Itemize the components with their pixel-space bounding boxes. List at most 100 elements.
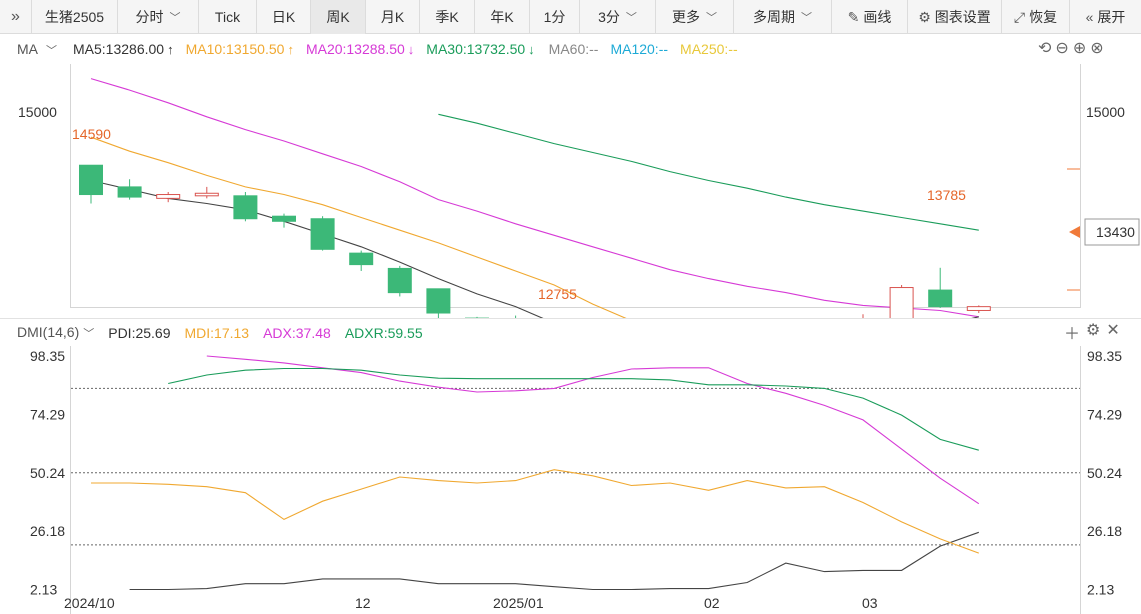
candle <box>117 179 142 200</box>
tab-year-k-label: 年K <box>490 9 514 25</box>
current-price-marker <box>1069 226 1080 238</box>
double-chevron-icon: » <box>11 8 20 25</box>
ma120-value: MA120:-- <box>610 41 669 57</box>
dmi-y-tick-right: 50.24 <box>1087 465 1122 481</box>
expand-button[interactable]: «展开 <box>1070 0 1141 34</box>
tab-1min[interactable]: 1分 <box>530 0 580 34</box>
tab-week-k-label: 周K <box>326 9 350 25</box>
candle <box>889 284 914 318</box>
tab-year-k[interactable]: 年K <box>475 0 530 34</box>
tab-month-k[interactable]: 月K <box>366 0 420 34</box>
candle <box>194 186 219 199</box>
multi-period-label: 多周期 <box>753 9 795 25</box>
dmi-y-tick-right: 98.35 <box>1087 348 1122 364</box>
gear-icon[interactable]: ⚙ <box>1086 320 1100 344</box>
dmi-chart[interactable]: 98.35 98.35 74.29 74.29 50.24 50.24 26.18 26.18… <box>0 346 1141 614</box>
adx-value: ADX:37.48 <box>263 324 331 341</box>
dmi-y-tick-left: 2.13 <box>30 582 57 598</box>
tab-season-k[interactable]: 季K <box>420 0 475 34</box>
candle <box>387 265 412 297</box>
chevron-down-icon: ﹀ <box>625 12 637 24</box>
tab-tick-label: Tick <box>214 9 241 25</box>
tab-day-k[interactable]: 日K <box>257 0 311 34</box>
candle <box>310 216 335 251</box>
candle <box>426 288 451 318</box>
gear-icon: ⚙ <box>918 8 931 25</box>
more-label: 更多 <box>672 9 700 25</box>
candle-body <box>117 186 142 198</box>
candlestick-chart[interactable]: 15000 15000 14590 12755 13785 13430 <box>0 64 1141 318</box>
dmi-y-tick-left: 50.24 <box>30 465 65 481</box>
main-chart-tools: ⟲ ⊖ ⊕ ⊗ <box>1038 38 1104 58</box>
time-axis-tick: 03 <box>862 595 878 611</box>
ma10-line <box>90 136 627 318</box>
arrow-up-icon: ↑ <box>167 42 174 57</box>
ma-legend: MA ﹀ MA5:13286.00 ↑ MA10:13150.50 ↑ MA20:13… <box>0 34 1141 64</box>
candle <box>233 191 258 222</box>
dmi-y-tick-right: 74.29 <box>1087 406 1122 422</box>
more-periods-button[interactable]: 更多 ﹀ <box>656 0 734 34</box>
dmi-y-tick-left: 26.18 <box>30 523 65 539</box>
draw-line-button[interactable]: ✎ 画线 <box>832 0 908 34</box>
zoom-in-icon[interactable]: ⊕ <box>1073 38 1086 58</box>
candle <box>349 250 374 271</box>
candle-body <box>966 306 991 311</box>
chevron-down-icon: ﹀ <box>706 12 717 24</box>
double-chevron-left-icon: « <box>1085 9 1094 25</box>
restore-button[interactable]: ⤢ 恢复 <box>1002 0 1070 34</box>
tab-timeshare[interactable]: 分时 ﹀ <box>118 0 199 34</box>
y-tick-right-15000: 15000 <box>1086 104 1125 120</box>
ma5-text: MA5:13286.00 <box>73 41 165 57</box>
candle <box>966 305 991 314</box>
dmi-y-tick-right: 26.18 <box>1087 523 1122 539</box>
chevron-down-icon: ﹀ <box>46 44 57 57</box>
candle-body <box>426 288 451 314</box>
y-tick-left-15000: 15000 <box>18 104 57 120</box>
candles <box>79 164 991 318</box>
tab-3min[interactable]: 3分 ﹀ <box>580 0 656 34</box>
undo-icon[interactable]: ⟲ <box>1038 38 1051 58</box>
candle <box>272 213 296 228</box>
candle-body <box>156 194 181 199</box>
plus-icon[interactable]: ＋ <box>1064 320 1080 344</box>
candle <box>928 267 953 308</box>
ma60-value: MA60:-- <box>548 41 599 57</box>
dmi-indicator-select[interactable]: DMI(14,6) ﹀ <box>17 324 94 341</box>
candle-body <box>233 195 258 220</box>
dmi-y-tick-left: 74.29 <box>30 406 65 422</box>
pdi-line <box>129 531 979 591</box>
ma-indicator-select[interactable]: MA ﹀ <box>17 41 57 58</box>
ma30-value: MA30:13732.50 ↓ <box>426 41 534 57</box>
ma20-text: MA20:13288.50 <box>305 41 405 57</box>
time-axis-tick: 2024/10 <box>64 595 115 611</box>
close-icon[interactable]: ✕ <box>1106 320 1119 344</box>
tab-3min-label: 3分 <box>598 9 620 25</box>
symbol-label: 生猪2505 <box>32 0 118 34</box>
price-low-label: 12755 <box>538 286 577 302</box>
multi-period-button[interactable]: 多周期 ﹀ <box>734 0 832 34</box>
period-toolbar: » 生猪2505 分时 ﹀ Tick 日K 周K 月K 季K 年K 1分 3分 ﹀ … <box>0 0 1141 34</box>
tab-1min-label: 1分 <box>543 9 566 25</box>
dmi-y-tick-right: 2.13 <box>1087 582 1114 598</box>
tab-tick[interactable]: Tick <box>199 0 257 34</box>
ma20-line <box>90 78 979 318</box>
chart-settings-label: 图表设置 <box>934 9 991 25</box>
adxr-value: ADXR:59.55 <box>344 324 423 341</box>
dmi-label: DMI(14,6) <box>17 324 80 340</box>
tab-week-k[interactable]: 周K <box>311 0 366 34</box>
mdi-value: MDI:17.13 <box>184 324 250 341</box>
chart-settings-button[interactable]: ⚙ 图表设置 <box>908 0 1002 34</box>
ma5-line <box>90 179 979 318</box>
recent-high-label: 13785 <box>927 187 966 203</box>
time-axis: 2024/10 12 2025/01 02 03 <box>64 595 878 611</box>
time-axis-tick: 02 <box>704 595 720 611</box>
tab-month-k-label: 月K <box>380 9 405 25</box>
sidebar-collapse-button[interactable]: » <box>0 0 32 34</box>
ma10-value: MA10:13150.50 ↑ <box>186 41 294 57</box>
arrow-down-icon: ↓ <box>528 42 535 57</box>
candle <box>156 191 181 203</box>
candle-body <box>79 164 103 196</box>
close-circle-icon[interactable]: ⊗ <box>1090 38 1103 58</box>
zoom-out-icon[interactable]: ⊖ <box>1055 38 1068 58</box>
ma30-line <box>438 113 979 231</box>
